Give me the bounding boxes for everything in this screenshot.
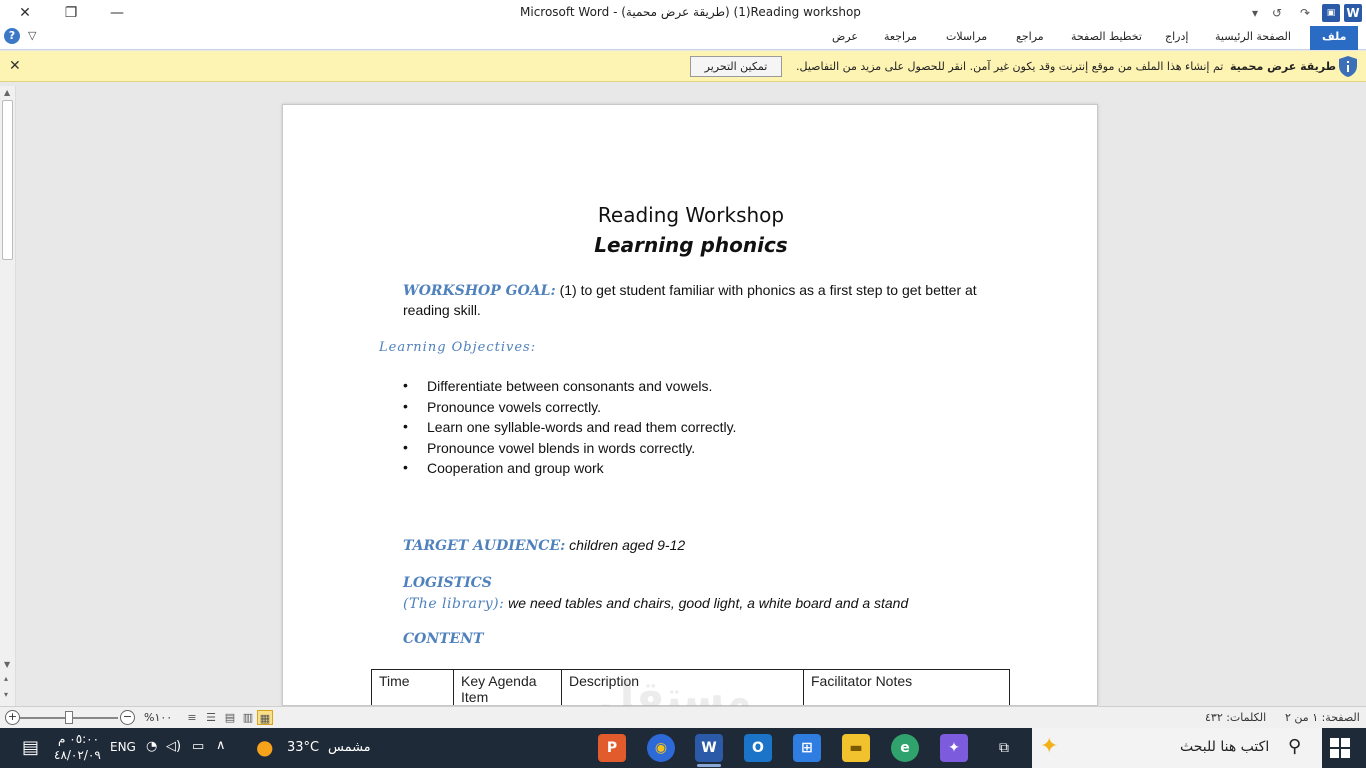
list-item: Pronounce vowels correctly. bbox=[403, 398, 736, 420]
save-icon[interactable]: ▣ bbox=[1322, 4, 1340, 22]
minimize-ribbon-icon[interactable]: ▽ bbox=[28, 29, 36, 42]
audience-label: TARGET AUDIENCE: bbox=[403, 538, 566, 554]
search-icon[interactable]: ⚲ bbox=[1288, 736, 1301, 757]
weather-description[interactable]: مشمس bbox=[328, 740, 371, 755]
objectives-label: Learning Objectives: bbox=[379, 340, 537, 355]
audience-text: children aged 9-12 bbox=[565, 537, 686, 553]
list-item: Cooperation and group work bbox=[403, 459, 736, 481]
zoom-out-button[interactable]: − bbox=[120, 710, 135, 725]
list-item: Learn one syllable-words and read them c… bbox=[403, 418, 736, 440]
restore-window-button[interactable]: ❐ bbox=[60, 3, 82, 23]
copilot-icon[interactable]: ✦ bbox=[940, 734, 968, 762]
zoom-slider-handle[interactable] bbox=[65, 711, 73, 724]
protected-view-bar: ✕ تمكين التحرير تم إنشاء هذا الملف من مو… bbox=[0, 51, 1366, 82]
word-logo-icon: W bbox=[1344, 4, 1362, 22]
active-app-indicator bbox=[697, 764, 721, 767]
close-bar-icon[interactable]: ✕ bbox=[9, 58, 21, 74]
table-header-agenda: Key Agenda Item bbox=[453, 669, 562, 705]
repeat-icon[interactable]: ↺ bbox=[1268, 4, 1286, 22]
page-number[interactable]: الصفحة: ١ من ٢ bbox=[1285, 711, 1360, 724]
list-item: Pronounce vowel blends in words correctl… bbox=[403, 439, 736, 461]
store-icon[interactable]: ⊞ bbox=[793, 734, 821, 762]
clock-date[interactable]: ٤٨/٠٢/٠٩ bbox=[54, 748, 101, 762]
tab-file[interactable]: ملف bbox=[1310, 26, 1359, 50]
edge-icon[interactable]: e bbox=[891, 734, 919, 762]
ribbon-tabs: ? ▽ عرض مراجعة مراسلات مراجع تخطيط الصفح… bbox=[0, 26, 1366, 50]
full-screen-reading-icon[interactable]: ▥ bbox=[240, 710, 256, 725]
goal-label: WORKSHOP GOAL: bbox=[403, 283, 556, 299]
web-layout-icon[interactable]: ▤ bbox=[222, 710, 238, 725]
close-window-button[interactable]: ✕ bbox=[14, 3, 36, 23]
title-bar: ✕ ❐ — Microsoft Word - (طريقة عرض محمية)… bbox=[0, 0, 1366, 26]
vertical-scrollbar[interactable]: ▲ ▼ ▴ ▾ bbox=[0, 86, 16, 706]
list-item: Differentiate between consonants and vow… bbox=[403, 377, 736, 399]
tab-mailings[interactable]: مراسلات bbox=[946, 30, 987, 43]
objectives-list: Differentiate between consonants and vow… bbox=[403, 377, 736, 481]
print-layout-icon[interactable]: ▦ bbox=[257, 710, 273, 725]
clock-time[interactable]: ٠٥:٠٠ م bbox=[58, 732, 99, 746]
search-placeholder[interactable]: اكتب هنا للبحث bbox=[1180, 739, 1269, 755]
minimize-window-button[interactable]: — bbox=[106, 3, 128, 23]
windows-start-icon[interactable] bbox=[1330, 738, 1350, 758]
tray-chevron-up-icon[interactable]: ∧ bbox=[216, 738, 226, 753]
outline-view-icon[interactable]: ☰ bbox=[203, 710, 219, 725]
scroll-up-icon[interactable]: ▲ bbox=[4, 88, 10, 97]
weather-icon[interactable]: ● bbox=[256, 735, 273, 759]
zoom-level[interactable]: %١٠٠ bbox=[144, 711, 172, 724]
library-text: we need tables and chairs, good light, a… bbox=[504, 595, 909, 611]
table-header-notes: Facilitator Notes bbox=[803, 669, 1010, 705]
tab-page-layout[interactable]: تخطيط الصفحة bbox=[1071, 30, 1142, 43]
library-line: (The library): we need tables and chairs… bbox=[403, 595, 908, 612]
document-subtitle: Learning phonics bbox=[594, 233, 788, 257]
file-explorer-icon[interactable]: ▬ bbox=[842, 734, 870, 762]
next-page-icon[interactable]: ▾ bbox=[4, 690, 8, 699]
language-indicator[interactable]: ENG bbox=[110, 740, 136, 754]
weather-temperature[interactable]: 33°C bbox=[287, 740, 319, 755]
chrome-icon[interactable]: ◉ bbox=[647, 734, 675, 762]
protected-view-message[interactable]: تم إنشاء هذا الملف من موقع إنترنت وقد يك… bbox=[796, 60, 1223, 73]
scroll-thumb[interactable] bbox=[2, 100, 13, 260]
tab-view[interactable]: عرض bbox=[832, 30, 858, 43]
word-count[interactable]: الكلمات: ٤٣٢ bbox=[1205, 711, 1266, 724]
workshop-goal: WORKSHOP GOAL: (1) to get student famili… bbox=[403, 281, 1003, 321]
taskbar: ▤ ٠٥:٠٠ م ٤٨/٠٢/٠٩ ENG ◔ ◁) ▭ ∧ ● 33°C م… bbox=[0, 728, 1366, 768]
scroll-down-icon[interactable]: ▼ bbox=[4, 660, 10, 669]
table-header-time: Time bbox=[371, 669, 454, 705]
draft-view-icon[interactable]: ≡ bbox=[184, 710, 200, 725]
target-audience: TARGET AUDIENCE: children aged 9-12 bbox=[403, 537, 685, 554]
battery-icon[interactable]: ▭ bbox=[192, 739, 204, 754]
redo-icon[interactable]: ↷ bbox=[1296, 4, 1314, 22]
document-title: Reading Workshop bbox=[597, 203, 785, 227]
wifi-icon[interactable]: ◔ bbox=[146, 739, 157, 754]
zoom-in-button[interactable]: + bbox=[5, 710, 20, 725]
tab-home[interactable]: الصفحة الرئيسية bbox=[1215, 30, 1291, 43]
shield-icon bbox=[1339, 56, 1357, 77]
status-bar: + − %١٠٠ ≡ ☰ ▤ ▥ ▦ الكلمات: ٤٣٢ الصفحة: … bbox=[0, 706, 1366, 728]
content-label: CONTENT bbox=[403, 631, 484, 647]
volume-icon[interactable]: ◁) bbox=[166, 739, 181, 754]
help-icon[interactable]: ? bbox=[4, 28, 20, 44]
notification-icon[interactable]: ▤ bbox=[22, 737, 39, 758]
task-view-icon[interactable]: ⧉ bbox=[990, 734, 1018, 762]
customize-qat-icon[interactable]: ▾ bbox=[1246, 4, 1264, 22]
logistics-label: LOGISTICS bbox=[403, 575, 492, 591]
sparkle-icon[interactable]: ✦ bbox=[1040, 734, 1058, 759]
word-taskbar-icon[interactable]: W bbox=[695, 734, 723, 762]
window-title: Microsoft Word - (طريقة عرض محمية) (1)Re… bbox=[520, 5, 861, 19]
tab-review[interactable]: مراجعة bbox=[884, 30, 917, 43]
outlook-icon[interactable]: O bbox=[744, 734, 772, 762]
library-label: (The library): bbox=[403, 596, 505, 612]
enable-editing-button[interactable]: تمكين التحرير bbox=[690, 56, 782, 77]
tab-insert[interactable]: إدراج bbox=[1165, 30, 1188, 43]
tab-references[interactable]: مراجع bbox=[1016, 30, 1044, 43]
protected-view-label: طريقة عرض محمية bbox=[1230, 60, 1337, 73]
powerpoint-icon[interactable]: P bbox=[598, 734, 626, 762]
prev-page-icon[interactable]: ▴ bbox=[4, 674, 8, 683]
document-page[interactable]: Reading Workshop Learning phonics WORKSH… bbox=[282, 104, 1098, 706]
search-box[interactable]: ✦ اكتب هنا للبحث ⚲ bbox=[1032, 728, 1322, 768]
